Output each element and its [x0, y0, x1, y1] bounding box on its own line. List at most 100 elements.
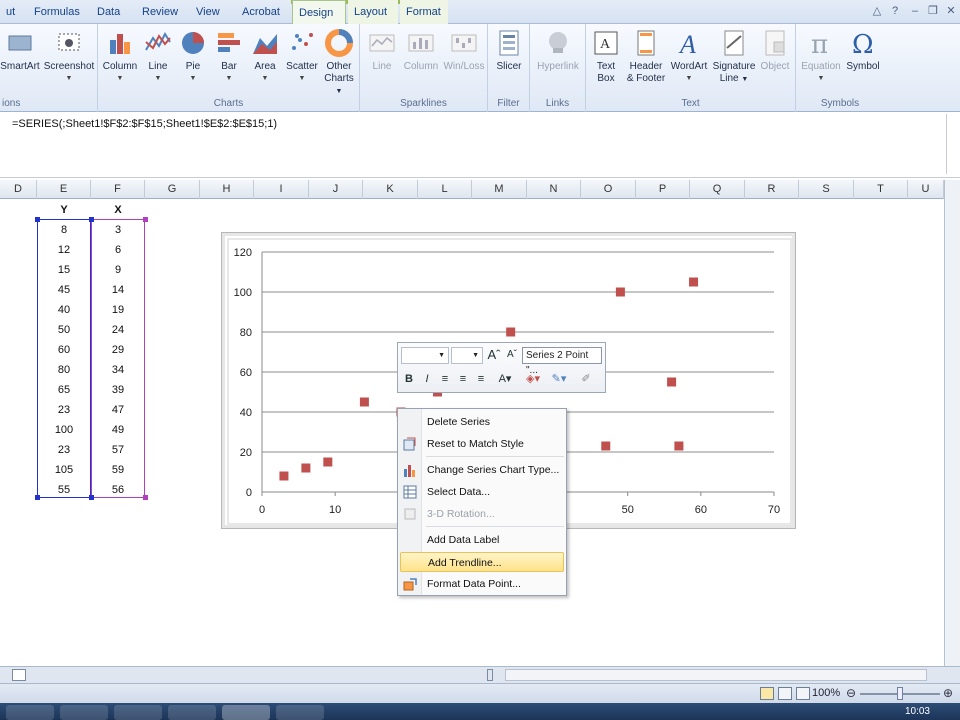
header-cell-x[interactable]: X: [91, 200, 145, 220]
shrink-font-icon[interactable]: Aˇ: [504, 347, 520, 363]
column-header[interactable]: M: [472, 180, 527, 199]
scatter-chart-button[interactable]: Scatter ▼: [284, 28, 320, 85]
screenshot-button[interactable]: Screenshot ▼: [42, 28, 96, 85]
column-header[interactable]: Q: [690, 180, 745, 199]
column-header[interactable]: D: [0, 180, 37, 199]
split-handle[interactable]: [487, 669, 493, 681]
bar-chart-button[interactable]: Bar ▼: [212, 28, 246, 85]
formula-bar[interactable]: =SERIES(;Sheet1!$F$2:$F$15;Sheet1!$E$2:$…: [0, 112, 960, 178]
vertical-scrollbar[interactable]: [944, 180, 960, 666]
column-header[interactable]: L: [418, 180, 472, 199]
outline-color-icon[interactable]: ✎▾: [548, 371, 570, 387]
column-header[interactable]: U: [908, 180, 944, 199]
taskbar-chrome-icon[interactable]: [60, 705, 108, 720]
hyperlink-button[interactable]: Hyperlink: [532, 28, 584, 73]
normal-view-icon[interactable]: [760, 687, 774, 700]
header-footer-button[interactable]: Header & Footer: [624, 28, 668, 85]
taskbar-app-icon[interactable]: [6, 705, 54, 720]
pie-chart-button[interactable]: Pie ▼: [176, 28, 210, 85]
column-header[interactable]: P: [636, 180, 690, 199]
sparkline-line-button[interactable]: Line: [364, 28, 400, 73]
column-header[interactable]: H: [200, 180, 254, 199]
close-icon[interactable]: ✕: [944, 4, 958, 18]
formula-bar-scroll[interactable]: [946, 114, 958, 174]
menu-item-reset-style[interactable]: Reset to Match Style: [400, 434, 564, 454]
align-right-icon[interactable]: ≡: [473, 371, 489, 387]
taskbar-skype-icon[interactable]: [114, 705, 162, 720]
page-break-view-icon[interactable]: [796, 687, 810, 700]
column-header[interactable]: E: [37, 180, 91, 199]
column-chart-button[interactable]: Column ▼: [100, 28, 140, 85]
menu-item-select-data[interactable]: Select Data...: [400, 482, 564, 502]
range-handle[interactable]: [143, 495, 148, 500]
collapse-ribbon-icon[interactable]: △: [870, 4, 884, 18]
zoom-in-icon[interactable]: ⊕: [943, 686, 953, 700]
range-handle[interactable]: [35, 217, 40, 222]
zoom-out-icon[interactable]: ⊖: [846, 686, 856, 700]
column-header[interactable]: R: [745, 180, 799, 199]
restore-icon[interactable]: ❐: [926, 4, 940, 18]
column-header[interactable]: T: [854, 180, 908, 199]
smartart-button[interactable]: SmartArt: [0, 28, 40, 73]
slicer-button[interactable]: Slicer: [490, 28, 528, 73]
menu-item-delete-series[interactable]: Delete Series: [400, 412, 564, 432]
menu-item-add-data-label[interactable]: Add Data Label: [400, 530, 564, 550]
column-header[interactable]: N: [527, 180, 581, 199]
column-header[interactable]: G: [145, 180, 200, 199]
tab-acrobat[interactable]: Acrobat: [236, 0, 286, 24]
align-left-icon[interactable]: ≡: [437, 371, 453, 387]
tab-view[interactable]: View: [190, 0, 226, 24]
tab-formulas[interactable]: Formulas: [28, 0, 86, 24]
column-header[interactable]: F: [91, 180, 145, 199]
taskbar-excel-icon[interactable]: [222, 705, 270, 720]
insert-sheet-icon[interactable]: [12, 669, 26, 681]
column-header[interactable]: K: [363, 180, 418, 199]
help-icon[interactable]: ?: [888, 4, 902, 18]
chart-element-select[interactable]: Series 2 Point "...: [522, 347, 602, 376]
align-center-icon[interactable]: ≡: [455, 371, 471, 387]
area-chart-button[interactable]: Area ▼: [248, 28, 282, 85]
tab-design[interactable]: Design: [292, 0, 346, 24]
line-chart-button[interactable]: Line ▼: [140, 28, 176, 85]
sparkline-winloss-button[interactable]: Win/Loss: [442, 28, 486, 73]
sparkline-column-button[interactable]: Column: [402, 28, 440, 73]
font-size-box[interactable]: ▼: [451, 347, 483, 364]
minimize-icon[interactable]: –: [908, 4, 922, 18]
column-header[interactable]: O: [581, 180, 636, 199]
font-color-icon[interactable]: A▾: [494, 371, 516, 387]
range-handle[interactable]: [89, 217, 94, 222]
font-name-box[interactable]: ▼: [401, 347, 449, 364]
tab-data[interactable]: Data: [91, 0, 126, 24]
taskbar-app2-icon[interactable]: [276, 705, 324, 720]
signature-line-button[interactable]: Signature Line ▼: [710, 28, 758, 86]
range-handle[interactable]: [89, 495, 94, 500]
menu-item-change-chart-type[interactable]: Change Series Chart Type...: [400, 460, 564, 480]
formula-text[interactable]: =SERIES(;Sheet1!$F$2:$F$15;Sheet1!$E$2:$…: [12, 118, 277, 130]
text-box-button[interactable]: A Text Box: [588, 28, 624, 85]
wordart-button[interactable]: A WordArt ▼: [668, 28, 710, 85]
tab-review[interactable]: Review: [136, 0, 184, 24]
tab-format[interactable]: Format: [400, 0, 448, 24]
zoom-slider-knob[interactable]: [897, 687, 903, 700]
column-header[interactable]: I: [254, 180, 309, 199]
equation-button[interactable]: π Equation ▼: [798, 28, 844, 85]
range-handle[interactable]: [143, 217, 148, 222]
object-button[interactable]: Object: [758, 28, 792, 73]
zoom-level[interactable]: 100%: [812, 687, 840, 699]
range-handle[interactable]: [35, 495, 40, 500]
italic-icon[interactable]: I: [419, 371, 435, 387]
other-charts-button[interactable]: Other Charts ▼: [320, 28, 358, 98]
taskbar-powerpoint-icon[interactable]: [168, 705, 216, 720]
tab-insert[interactable]: ut: [0, 0, 21, 24]
column-header[interactable]: J: [309, 180, 363, 199]
menu-item-add-trendline[interactable]: Add Trendline...: [400, 552, 564, 572]
tab-layout[interactable]: Layout: [348, 0, 398, 24]
column-header[interactable]: S: [799, 180, 854, 199]
horizontal-scrollbar[interactable]: [505, 669, 927, 681]
menu-item-format-data-point[interactable]: Format Data Point...: [400, 574, 564, 594]
symbol-button[interactable]: Ω Symbol: [844, 28, 882, 73]
bold-icon[interactable]: B: [401, 371, 417, 387]
format-painter-icon[interactable]: ✐: [578, 371, 594, 387]
header-cell-y[interactable]: Y: [37, 200, 91, 220]
page-layout-view-icon[interactable]: [778, 687, 792, 700]
